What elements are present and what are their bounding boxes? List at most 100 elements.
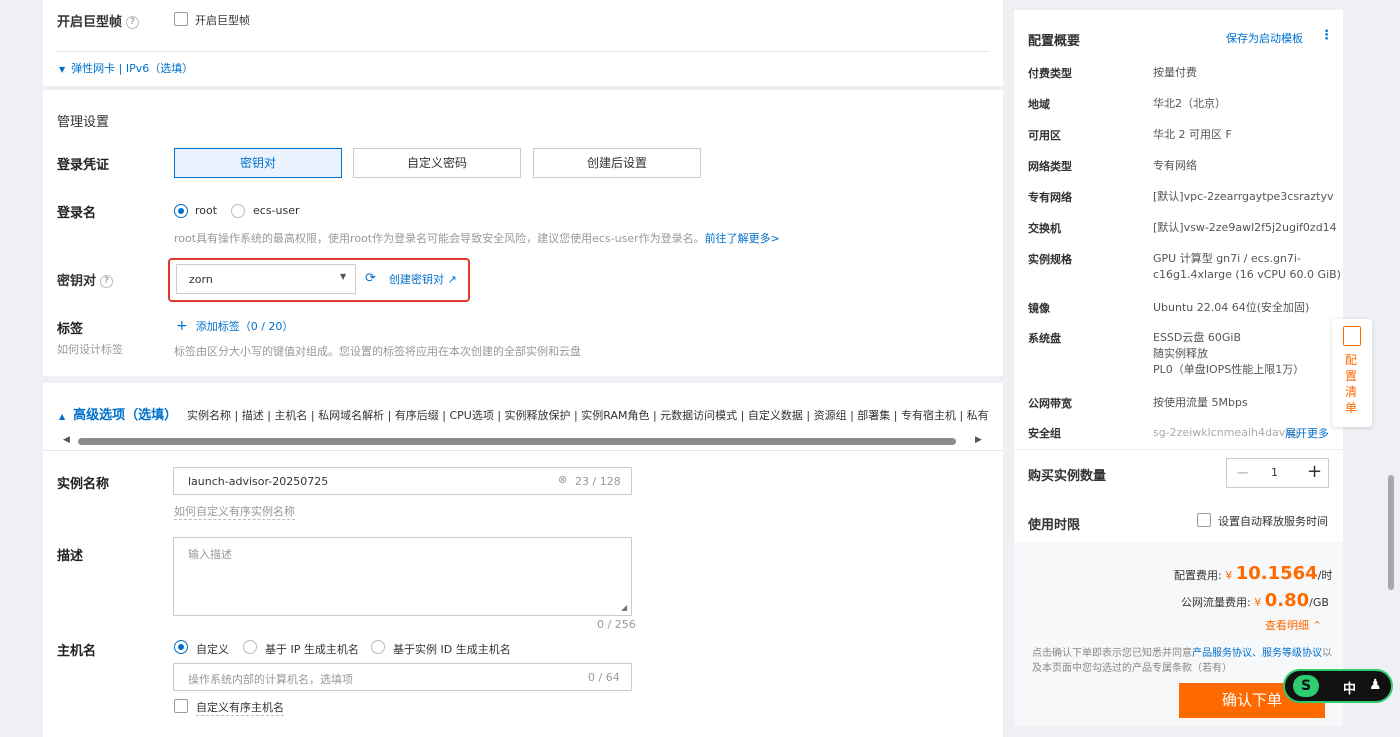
shirt-icon[interactable]: ♟ xyxy=(1369,677,1382,693)
credential-later-button[interactable]: 创建后设置 xyxy=(533,148,701,178)
summary-key: 系统盘 xyxy=(1028,332,1061,345)
caret-down-icon: ▼ xyxy=(340,272,347,281)
credential-password-button[interactable]: 自定义密码 xyxy=(353,148,521,178)
login-name-hint: root具有操作系统的最高权限，使用root作为登录名可能会导致安全风险，建议您… xyxy=(174,232,780,245)
scroll-right-icon[interactable]: ▶ xyxy=(975,435,982,445)
summary-value: PL0（单盘IOPS性能上限1万） xyxy=(1153,363,1305,376)
advanced-toggle[interactable]: ▲ 高级选项（选填） xyxy=(59,404,177,423)
horizontal-scrollbar[interactable] xyxy=(78,438,956,445)
config-list-tab[interactable]: 配置清单 xyxy=(1332,319,1372,427)
tags-hint-link[interactable]: 如何设计标签 xyxy=(57,341,123,357)
auto-release-checkbox[interactable] xyxy=(1197,513,1211,527)
expand-more-link[interactable]: 展开更多 xyxy=(1285,425,1329,441)
caret-up-icon: ▲ xyxy=(59,412,66,421)
refresh-icon[interactable]: ⟳ xyxy=(365,271,376,286)
chevron-up-icon: ⌃ xyxy=(1312,619,1322,632)
summary-value: GPU 计算型 gn7i / ecs.gn7i- xyxy=(1153,252,1301,265)
config-fee: 配置费用: ¥ 10.1564/时 xyxy=(1174,563,1333,584)
jumbo-frame-checkbox-label: 开启巨型帧 xyxy=(195,14,250,27)
agreement-link[interactable]: 产品服务协议、服务等 xyxy=(1192,648,1292,659)
instance-name-hint[interactable]: 如何自定义有序实例名称 xyxy=(174,503,295,520)
qty-label: 购买实例数量 xyxy=(1028,469,1107,484)
config-list-label: 配置清单 xyxy=(1345,353,1358,415)
hostname-ip-label: 基于 IP 生成主机名 xyxy=(265,643,359,656)
view-detail-link[interactable]: 查看明细 ⌃ xyxy=(1265,617,1322,633)
hostname-ip-radio[interactable] xyxy=(243,640,257,654)
hostname-id-radio[interactable] xyxy=(371,640,385,654)
divider xyxy=(43,450,1003,451)
summary-key: 镜像 xyxy=(1028,302,1050,315)
summary-key: 网络类型 xyxy=(1028,160,1072,173)
instance-name-input[interactable]: launch-advisor-20250725 ⊗ 23 / 128 xyxy=(173,467,632,495)
summary-value: ESSD云盘 60GiB xyxy=(1153,331,1242,344)
section-title: 管理设置 xyxy=(57,115,110,130)
summary-value: 专有网络 xyxy=(1153,159,1197,172)
clear-icon[interactable]: ⊗ xyxy=(558,473,567,486)
external-link-icon: ↗ xyxy=(447,273,457,286)
hostname-custom-radio[interactable] xyxy=(174,640,188,654)
learn-more-link[interactable]: 前往了解更多> xyxy=(705,232,780,245)
eni-ipv6-toggle[interactable]: ▼ 弹性网卡 | IPv6（选填） xyxy=(59,60,193,76)
hostname-input[interactable]: 操作系统内部的计算机名，选填项 0 / 64 xyxy=(173,663,632,691)
login-credential-label: 登录凭证 xyxy=(57,158,110,173)
summary-key: 实例规格 xyxy=(1028,253,1072,266)
hostname-label: 主机名 xyxy=(57,644,97,659)
keypair-label: 密钥对? xyxy=(57,270,114,289)
create-keypair-link[interactable]: 创建密钥对 ↗ xyxy=(389,271,457,287)
resize-handle-icon[interactable]: ◢ xyxy=(621,603,627,612)
summary-value: sg-2zeiwklcnmeaih4davxg xyxy=(1153,426,1299,439)
scroll-left-icon[interactable]: ◀ xyxy=(63,435,70,445)
summary-value: [默认]vpc-2zearrgaytpe3csraztyv xyxy=(1153,190,1334,203)
tags-description: 标签由区分大小写的键值对组成。您设置的标签将应用在本次创建的全部实例和云盘 xyxy=(174,345,581,358)
description-textarea[interactable]: 输入描述 ◢ xyxy=(173,537,632,616)
jumbo-frame-checkbox[interactable] xyxy=(174,12,188,26)
summary-value: 随实例释放 xyxy=(1153,347,1208,360)
qty-stepper[interactable]: − 1 + xyxy=(1226,458,1329,488)
summary-key: 公网带宽 xyxy=(1028,397,1072,410)
ime-mode-label[interactable]: 中 xyxy=(1343,678,1356,697)
duration-label: 使用时限 xyxy=(1028,518,1081,533)
hostname-placeholder: 操作系统内部的计算机名，选填项 xyxy=(188,673,353,686)
more-icon[interactable]: ⋮ xyxy=(1320,28,1333,43)
keypair-select-value: zorn xyxy=(189,273,213,286)
summary-value: 华北2（北京） xyxy=(1153,97,1226,110)
help-icon[interactable]: ? xyxy=(126,16,140,29)
summary-value: 按量付费 xyxy=(1153,66,1197,79)
minus-icon[interactable]: − xyxy=(1236,463,1249,482)
ecs-user-radio[interactable] xyxy=(231,204,245,218)
summary-key: 付费类型 xyxy=(1028,67,1072,80)
plus-icon[interactable]: + xyxy=(1307,461,1322,482)
ime-toolbar[interactable]: S 中 ♟ xyxy=(1283,669,1393,703)
ordered-hostname-label: 自定义有序主机名 xyxy=(196,701,284,716)
tags-label: 标签 xyxy=(57,322,84,337)
agreement-text: 点击确认下单即表示您已知悉并同意产品服务协议、服务等级协议以及本页面中您勾选过的… xyxy=(1032,648,1332,674)
summary-title: 配置概要 xyxy=(1028,34,1081,49)
summary-key: 可用区 xyxy=(1028,129,1061,142)
sla-link[interactable]: 级协议 xyxy=(1292,648,1322,659)
instance-name-value: launch-advisor-20250725 xyxy=(188,475,329,488)
advanced-items: 实例名称 | 描述 | 主机名 | 私网域名解析 | 有序后缀 | CPU选项 … xyxy=(187,409,989,422)
hostname-id-label: 基于实例 ID 生成主机名 xyxy=(393,643,511,656)
credential-keypair-button[interactable]: 密钥对 xyxy=(174,148,342,178)
help-icon[interactable]: ? xyxy=(100,275,114,288)
ordered-hostname-checkbox[interactable] xyxy=(174,699,188,713)
description-count: 0 / 256 xyxy=(597,618,636,631)
summary-key: 交换机 xyxy=(1028,222,1061,235)
ime-logo-icon: S xyxy=(1293,675,1319,697)
root-radio[interactable] xyxy=(174,204,188,218)
advanced-panel: ▲ 高级选项（选填） 实例名称 | 描述 | 主机名 | 私网域名解析 | 有序后… xyxy=(43,383,1003,737)
jumbo-frame-label: 开启巨型帧? xyxy=(57,11,140,30)
keypair-select[interactable]: zorn ▼ xyxy=(176,264,356,294)
description-label: 描述 xyxy=(57,549,84,564)
summary-key: 专有网络 xyxy=(1028,191,1072,204)
root-radio-label: root xyxy=(195,204,218,217)
qty-value: 1 xyxy=(1271,466,1278,479)
add-tag-button[interactable]: + 添加标签（0 / 20） xyxy=(176,318,293,334)
ecs-user-radio-label: ecs-user xyxy=(253,204,300,217)
traffic-fee: 公网流量费用: ¥ 0.80/GB xyxy=(1181,590,1329,611)
vertical-scrollbar[interactable] xyxy=(1388,475,1394,590)
auto-release-label: 设置自动释放服务时间 xyxy=(1218,515,1328,528)
summary-key: 地域 xyxy=(1028,98,1050,111)
save-template-link[interactable]: 保存为启动模板 xyxy=(1226,30,1303,46)
login-name-label: 登录名 xyxy=(57,206,97,221)
